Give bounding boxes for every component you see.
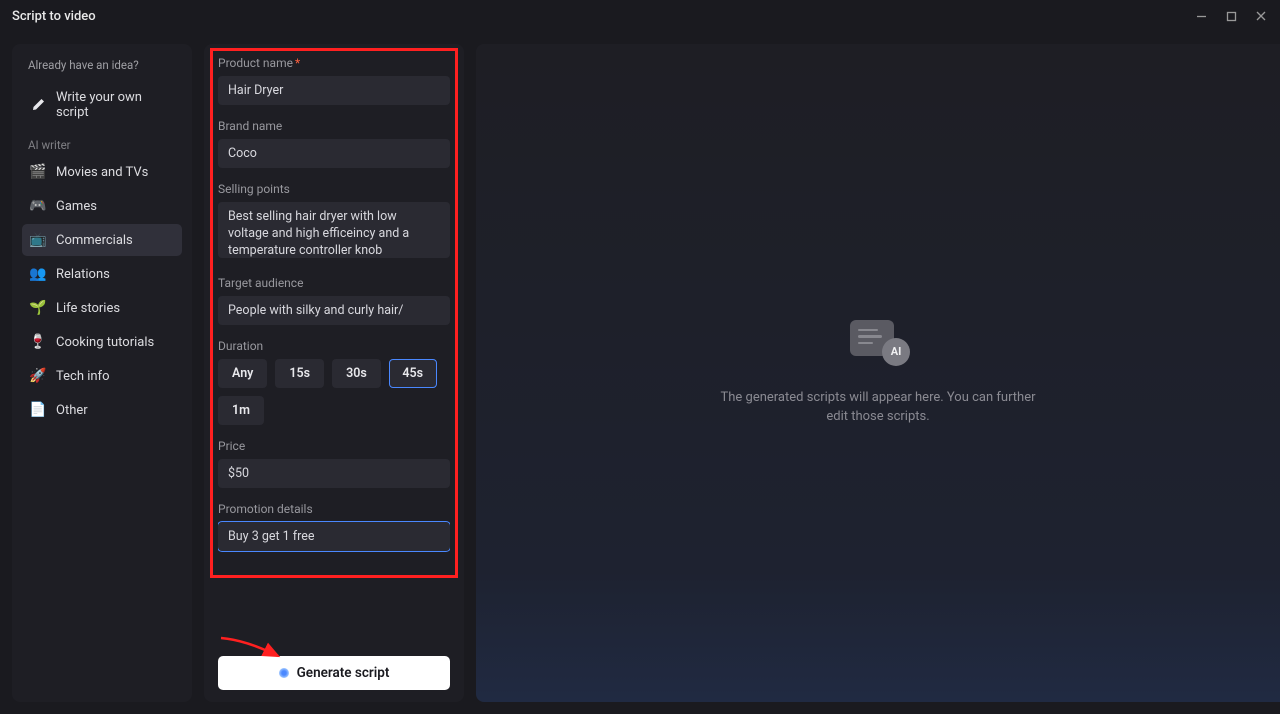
movies-tvs-icon: 🎬 [30,164,46,180]
sparkle-icon [279,668,289,678]
sidebar-item-label: Tech info [56,369,110,384]
field-brand-name: Brand name [218,119,450,168]
sidebar-item-label: Other [56,403,88,418]
main-layout: Already have an idea? Write your own scr… [0,32,1280,714]
form-panel: Product name* Brand name Selling points … [204,44,464,702]
sidebar-item-tech-info[interactable]: 🚀 Tech info [22,360,182,392]
sidebar-item-label: Movies and TVs [56,165,148,180]
selling-points-label: Selling points [218,182,450,196]
window-controls [1194,9,1268,23]
field-price: Price [218,439,450,488]
product-name-label: Product name* [218,56,450,70]
minimize-icon[interactable] [1194,9,1208,23]
commercials-icon: 📺 [30,232,46,248]
relations-icon: 👥 [30,266,46,282]
titlebar: Script to video [0,0,1280,32]
duration-chip-30s[interactable]: 30s [332,359,381,388]
duration-chip-15s[interactable]: 15s [275,359,324,388]
sidebar-idea-header: Already have an idea? [22,58,182,72]
sidebar-write-own[interactable]: Write your own script [22,82,182,128]
duration-label: Duration [218,339,450,353]
preview-panel: AI The generated scripts will appear her… [476,44,1280,702]
required-star: * [295,56,300,70]
preview-empty-icon: AI [850,320,906,364]
generate-button-label: Generate script [297,665,390,681]
ai-badge-icon: AI [882,338,910,366]
field-duration: Duration Any 15s 30s 45s 1m [218,339,450,425]
form-footer: Generate script [218,646,450,690]
target-audience-input[interactable] [218,296,450,325]
sidebar-item-label: Life stories [56,301,120,316]
sidebar-item-life-stories[interactable]: 🌱 Life stories [22,292,182,324]
window-title: Script to video [12,9,96,24]
sidebar: Already have an idea? Write your own scr… [12,44,192,702]
promotion-details-label: Promotion details [218,502,450,516]
other-icon: 📄 [30,402,46,418]
pencil-icon [30,97,46,113]
sidebar-item-other[interactable]: 📄 Other [22,394,182,426]
brand-name-label: Brand name [218,119,450,133]
field-target-audience: Target audience [218,276,450,325]
target-audience-label: Target audience [218,276,450,290]
selling-points-input[interactable] [218,202,450,258]
close-icon[interactable] [1254,9,1268,23]
preview-empty-text: The generated scripts will appear here. … [718,388,1038,427]
sidebar-item-commercials[interactable]: 📺 Commercials [22,224,182,256]
maximize-icon[interactable] [1224,9,1238,23]
sidebar-item-games[interactable]: 🎮 Games [22,190,182,222]
field-product-name: Product name* [218,56,450,105]
sidebar-item-label: Commercials [56,233,133,248]
field-selling-points: Selling points [218,182,450,262]
cooking-tutorials-icon: 🍷 [30,334,46,350]
sidebar-item-movies-tvs[interactable]: 🎬 Movies and TVs [22,156,182,188]
sidebar-item-label: Cooking tutorials [56,335,154,350]
price-input[interactable] [218,459,450,488]
duration-chip-45s[interactable]: 45s [389,359,437,388]
sidebar-item-label: Relations [56,267,110,282]
field-promotion-details: Promotion details [218,502,450,551]
tech-info-icon: 🚀 [30,368,46,384]
sidebar-item-cooking-tutorials[interactable]: 🍷 Cooking tutorials [22,326,182,358]
duration-chips: Any 15s 30s 45s 1m [218,359,450,425]
life-stories-icon: 🌱 [30,300,46,316]
generate-script-button[interactable]: Generate script [218,656,450,690]
brand-name-input[interactable] [218,139,450,168]
sidebar-ai-writer-label: AI writer [22,132,182,156]
games-icon: 🎮 [30,198,46,214]
promotion-details-input[interactable] [218,522,450,551]
price-label: Price [218,439,450,453]
form-scroll[interactable]: Product name* Brand name Selling points … [218,56,450,646]
duration-chip-1m[interactable]: 1m [218,396,264,425]
sidebar-item-label: Write your own script [56,90,174,120]
duration-chip-any[interactable]: Any [218,359,267,388]
sidebar-item-label: Games [56,199,97,214]
product-name-input[interactable] [218,76,450,105]
sidebar-item-relations[interactable]: 👥 Relations [22,258,182,290]
